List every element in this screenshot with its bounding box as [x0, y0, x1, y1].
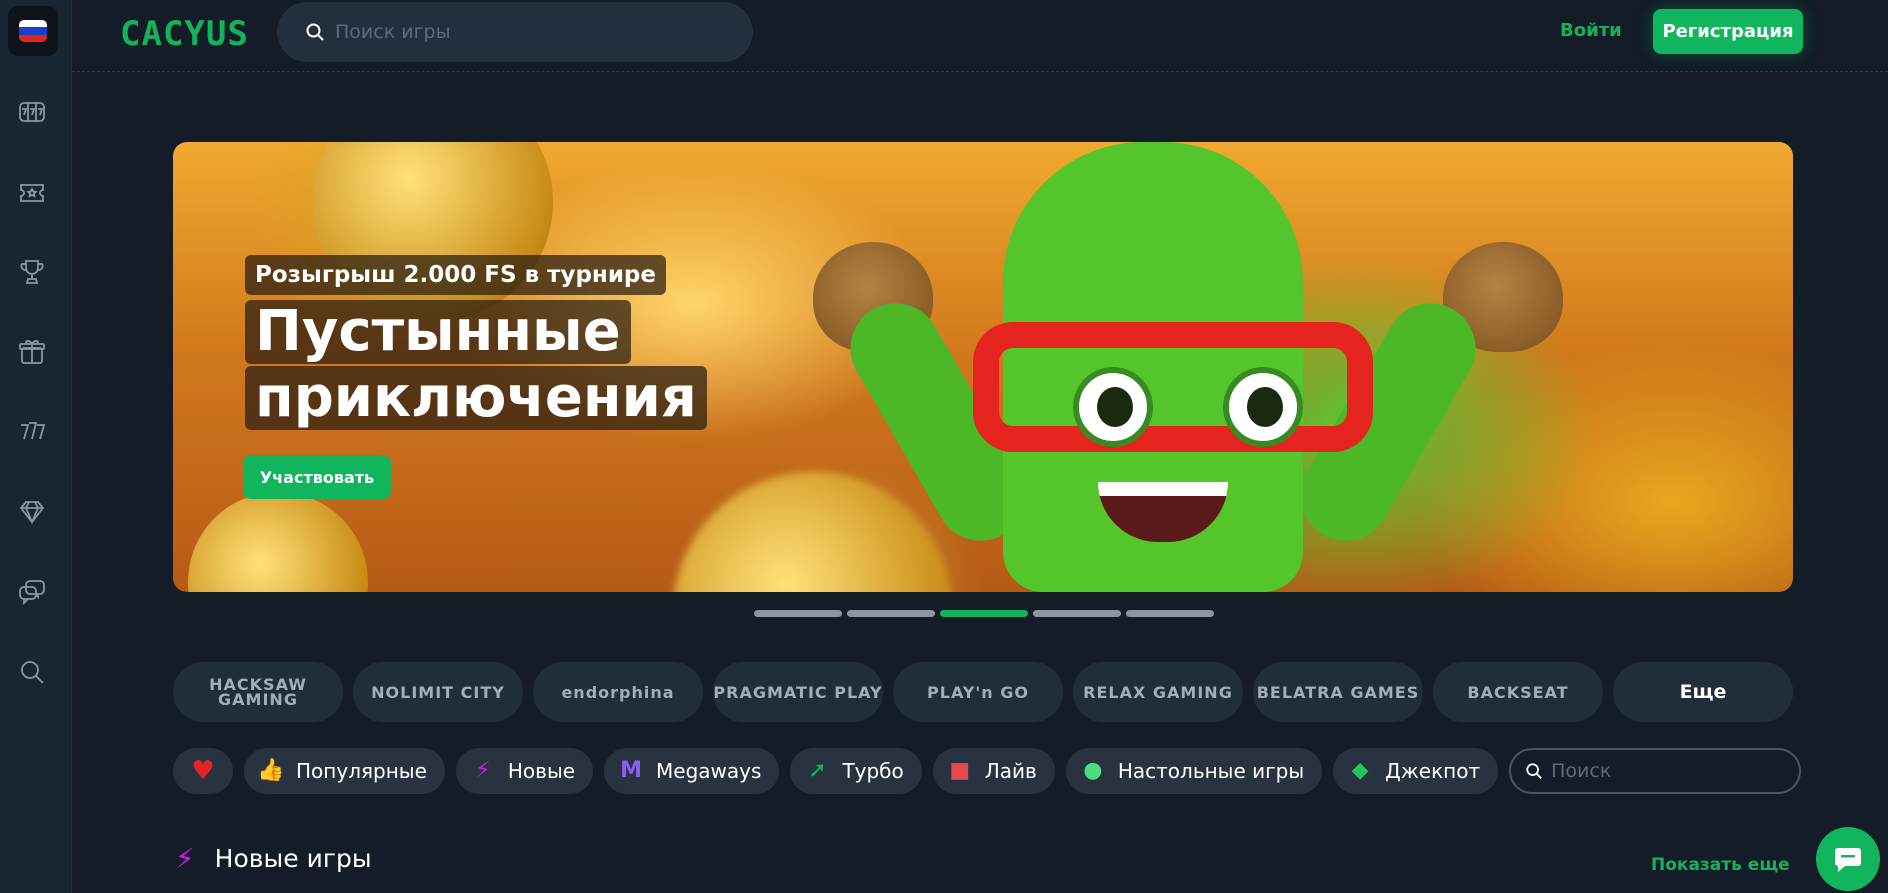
providers-more-button[interactable]: Еще — [1613, 662, 1793, 722]
live-camera-icon: ■ — [949, 758, 971, 783]
category-new[interactable]: ⚡ Новые — [455, 748, 594, 794]
provider-endorphina[interactable]: endorphina — [533, 662, 703, 722]
category-label: Турбо — [842, 759, 904, 783]
gift-icon[interactable] — [14, 334, 50, 370]
category-live[interactable]: ■ Лайв — [932, 748, 1055, 794]
participate-button[interactable]: Участвовать — [243, 455, 391, 499]
new-games-header: ⚡ Новые игры — [175, 842, 372, 875]
category-label: Настольные игры — [1117, 759, 1305, 783]
game-search-input[interactable] — [335, 21, 715, 43]
coin-art — [188, 492, 368, 592]
category-filters: ♥ 👍 Популярные ⚡ Новые M Megaways ➚ Турб… — [173, 748, 1802, 794]
promo-title-line-1: Пустынные — [245, 300, 631, 364]
login-link[interactable]: Войти — [1560, 20, 1622, 41]
category-label: Джекпот — [1385, 759, 1481, 783]
category-label: Новые — [507, 759, 576, 783]
category-popular[interactable]: 👍 Популярные — [244, 748, 445, 794]
russian-flag-icon — [19, 20, 47, 42]
section-title: Новые игры — [214, 844, 372, 873]
trophy-icon[interactable] — [14, 254, 50, 290]
provider-nolimit-city[interactable]: NOLIMIT CITY — [353, 662, 523, 722]
promo-banner[interactable]: Розыгрыш 2.000 FS в турнире Пустынные пр… — [173, 142, 1793, 592]
provider-relax-gaming[interactable]: RELAX GAMING — [1073, 662, 1243, 722]
search-icon[interactable] — [14, 654, 50, 690]
register-button[interactable]: Регистрация — [1653, 9, 1803, 54]
provider-backseat[interactable]: BACKSEAT — [1433, 662, 1603, 722]
mascot-eye — [1073, 367, 1153, 447]
coin-art — [313, 142, 553, 322]
cactus-logo[interactable]: CACYUS — [120, 14, 249, 54]
promo-subtitle: Розыгрыш 2.000 FS в турнире — [245, 255, 666, 295]
language-selector[interactable] — [8, 6, 58, 56]
ticket-icon[interactable] — [14, 174, 50, 210]
rocket-icon: ➚ — [808, 758, 827, 783]
carousel-dot[interactable] — [1033, 610, 1121, 617]
category-label: Популярные — [296, 759, 427, 783]
show-more-link[interactable]: Показать еще — [1651, 855, 1790, 875]
heart-icon: ♥ — [191, 756, 215, 786]
category-jackpot[interactable]: ◆ Джекпот — [1333, 748, 1499, 794]
megaways-icon: M — [620, 758, 642, 783]
sevens-icon[interactable] — [14, 414, 50, 450]
mascot-eye — [1223, 367, 1303, 447]
search-icon — [1526, 763, 1542, 779]
category-turbo[interactable]: ➚ Турбо — [790, 748, 922, 794]
jackpot-diamond-icon: ◆ — [1351, 758, 1369, 783]
promo-title-line-2: приключения — [245, 366, 707, 430]
lightning-icon: ⚡ — [175, 842, 195, 875]
coin-art — [673, 472, 953, 592]
table-games-icon: ● — [1083, 758, 1103, 783]
chat-icon — [1835, 848, 1861, 872]
provider-belatra[interactable]: BELATRA GAMES — [1253, 662, 1423, 722]
category-label: Megaways — [656, 759, 762, 783]
carousel-dot[interactable] — [847, 610, 935, 617]
carousel-indicators — [754, 610, 1214, 617]
chat-bubbles-icon[interactable] — [14, 574, 50, 610]
game-search-bar[interactable] — [277, 2, 753, 62]
favorites-filter[interactable]: ♥ — [173, 748, 233, 794]
category-label: Лайв — [984, 759, 1037, 783]
category-megaways[interactable]: M Megaways — [604, 748, 780, 794]
diamond-icon[interactable] — [14, 494, 50, 530]
category-search-input[interactable] — [1551, 760, 1792, 782]
search-icon — [306, 23, 324, 41]
slots-icon[interactable] — [14, 94, 50, 130]
provider-hacksaw[interactable]: HACKSAW GAMING — [173, 662, 343, 722]
support-chat-button[interactable] — [1816, 827, 1880, 891]
provider-play-n-go[interactable]: PLAY'n GO — [893, 662, 1063, 722]
lightning-icon: ⚡ — [475, 758, 491, 783]
carousel-dot[interactable] — [754, 610, 842, 617]
provider-pragmatic-play[interactable]: PRAGMATIC PLAY — [713, 662, 883, 722]
category-search[interactable] — [1509, 748, 1802, 794]
category-table-games[interactable]: ● Настольные игры — [1065, 748, 1323, 794]
carousel-dot[interactable] — [1126, 610, 1214, 617]
thumbs-up-icon: 👍 — [257, 758, 285, 783]
red-glasses-art — [973, 322, 1373, 452]
header: CACYUS Войти Регистрация — [72, 0, 1888, 72]
sidebar — [0, 0, 72, 893]
carousel-dot-active[interactable] — [940, 610, 1028, 617]
provider-list: HACKSAW GAMING NOLIMIT CITY endorphina P… — [173, 662, 1793, 722]
